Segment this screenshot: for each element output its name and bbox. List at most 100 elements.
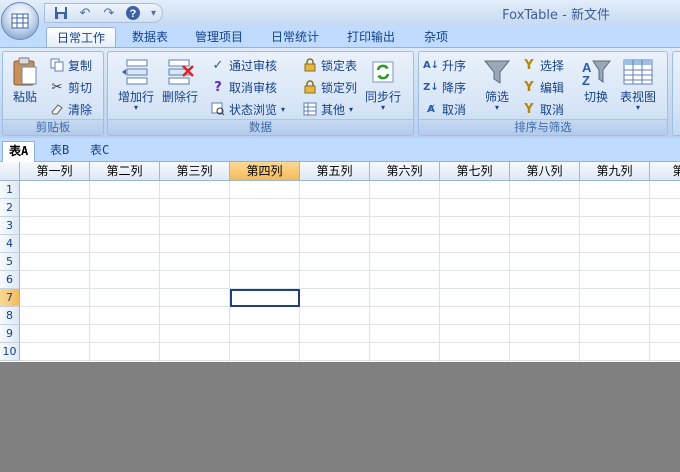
quick-access-toolbar: ↶ ↷ ? ▾ xyxy=(44,3,164,23)
sheet-tabs: 表A 表B 表C xyxy=(0,138,680,162)
filter-select-icon: Y xyxy=(524,57,534,73)
filter-edit-button[interactable]: Y 编辑 xyxy=(521,78,564,96)
grid-column-line xyxy=(439,181,440,362)
cancel-filter-button[interactable]: Y 取消 xyxy=(521,100,564,118)
delete-row-button[interactable]: 删除行 xyxy=(160,56,200,104)
paste-button[interactable]: 粘贴 xyxy=(7,56,43,104)
other-button[interactable]: 其他 ▾ xyxy=(302,100,353,118)
sort-ascending-button[interactable]: A↓ 升序 xyxy=(423,56,466,74)
sync-row-button[interactable]: 同步行 ▾ xyxy=(362,56,404,112)
lock-table-button[interactable]: 锁定表 xyxy=(302,56,357,74)
row-header[interactable]: 6 xyxy=(0,271,20,289)
column-header[interactable]: 第四列 xyxy=(230,162,300,181)
grid-row-line xyxy=(20,216,680,217)
grid-row-line xyxy=(20,360,680,361)
group-sort-filter: A↓ 升序 Z↓ 降序 A̸ 取消 筛选 ▾ Y 选择 Y 编辑 Y 取消 A … xyxy=(418,51,668,136)
tab-daily-work[interactable]: 日常工作 xyxy=(46,27,116,48)
grid-column-line xyxy=(509,181,510,362)
tab-data-table[interactable]: 数据表 xyxy=(122,27,178,48)
grid-row-line xyxy=(20,270,680,271)
row-header[interactable]: 9 xyxy=(0,325,20,343)
tab-print-output[interactable]: 打印输出 xyxy=(338,27,404,48)
chevron-down-icon: ▾ xyxy=(281,104,286,114)
title-bar: ↶ ↷ ? ▾ FoxTable - 新文件 xyxy=(0,0,680,26)
lock-icon xyxy=(302,57,318,73)
grid-row-line xyxy=(20,342,680,343)
tab-daily-stats[interactable]: 日常统计 xyxy=(262,27,328,48)
ribbon: 粘贴 复制 ✂ 剪切 清除 剪贴板 增加行 ▾ 删除行 ✓ 通过审核 ? 取消审… xyxy=(0,47,680,138)
column-header[interactable]: 第二列 xyxy=(90,162,160,181)
save-icon[interactable] xyxy=(51,5,71,21)
checkmark-icon: ✓ xyxy=(212,57,224,73)
chevron-down-icon: ▾ xyxy=(380,103,385,112)
column-header[interactable]: 第五列 xyxy=(300,162,370,181)
grid-column-line xyxy=(579,181,580,362)
sheet-tab-c[interactable]: 表C xyxy=(84,141,115,162)
undo-icon[interactable]: ↶ xyxy=(75,5,95,21)
sheet-tab-b[interactable]: 表B xyxy=(44,141,75,162)
column-header[interactable]: 第一列 xyxy=(20,162,90,181)
column-header[interactable]: 第六列 xyxy=(370,162,440,181)
clear-button[interactable]: 清除 xyxy=(49,100,92,118)
grid-column-line xyxy=(89,181,90,362)
table-view-button[interactable]: 表视图 ▾ xyxy=(617,56,659,112)
copy-button[interactable]: 复制 xyxy=(49,56,92,74)
qat-customize-icon[interactable]: ▾ xyxy=(147,8,156,19)
chevron-down-icon: ▾ xyxy=(635,103,640,112)
data-grid[interactable]: 第一列第二列第三列第四列第五列第六列第七列第八列第九列第十 12345678910 xyxy=(0,162,680,362)
row-header[interactable]: 2 xyxy=(0,199,20,217)
tab-manage-project[interactable]: 管理项目 xyxy=(186,27,252,48)
funnel-icon xyxy=(481,56,513,88)
help-icon[interactable]: ? xyxy=(123,5,143,21)
office-button[interactable] xyxy=(1,2,39,40)
group-data: 增加行 ▾ 删除行 ✓ 通过审核 ? 取消审核 状态浏览 ▾ 锁定表 锁定列 其… xyxy=(107,51,414,136)
sort-descending-button[interactable]: Z↓ 降序 xyxy=(423,78,466,96)
cancel-sort-button[interactable]: A̸ 取消 xyxy=(423,100,466,118)
ribbon-tabs: 日常工作 数据表 管理项目 日常统计 打印输出 杂项 xyxy=(0,26,680,48)
filter-button[interactable]: 筛选 ▾ xyxy=(479,56,515,112)
tab-misc[interactable]: 杂项 xyxy=(414,27,458,48)
row-header[interactable]: 10 xyxy=(0,343,20,361)
grid-corner[interactable] xyxy=(0,162,20,181)
status-browse-icon xyxy=(210,101,226,117)
column-header[interactable]: 第十 xyxy=(650,162,680,181)
filter-select-button[interactable]: Y 选择 xyxy=(521,56,564,74)
switch-button[interactable]: AZ 切换 xyxy=(579,56,613,104)
row-header[interactable]: 3 xyxy=(0,217,20,235)
svg-text:Z: Z xyxy=(582,73,590,86)
chevron-down-icon: ▾ xyxy=(494,103,499,112)
table-view-icon xyxy=(622,56,654,88)
refresh-icon xyxy=(367,56,399,88)
column-header[interactable]: 第三列 xyxy=(160,162,230,181)
grid-column-line xyxy=(159,181,160,362)
column-header[interactable]: 第九列 xyxy=(580,162,650,181)
sort-descending-icon: Z↓ xyxy=(423,81,439,93)
sheet-tab-a[interactable]: 表A xyxy=(2,141,36,162)
column-header[interactable]: 第八列 xyxy=(510,162,580,181)
row-header[interactable]: 5 xyxy=(0,253,20,271)
row-header[interactable]: 1 xyxy=(0,181,20,199)
group-label-clipboard: 剪贴板 xyxy=(3,119,103,135)
row-header[interactable]: 8 xyxy=(0,307,20,325)
cut-button[interactable]: ✂ 剪切 xyxy=(49,78,92,96)
column-header[interactable]: 第七列 xyxy=(440,162,510,181)
group-label-sort-filter: 排序与筛选 xyxy=(419,119,667,135)
grid-row-line xyxy=(20,234,680,235)
active-cell[interactable] xyxy=(230,289,300,307)
grid-row-line xyxy=(20,324,680,325)
question-icon: ? xyxy=(214,79,222,95)
sort-ascending-icon: A↓ xyxy=(422,59,440,71)
row-header[interactable]: 7 xyxy=(0,289,20,307)
lock-column-button[interactable]: 锁定列 xyxy=(302,78,357,96)
add-row-button[interactable]: 增加行 ▾ xyxy=(114,56,158,112)
redo-icon[interactable]: ↷ xyxy=(99,5,119,21)
row-header[interactable]: 4 xyxy=(0,235,20,253)
delete-row-icon xyxy=(164,56,196,88)
table-logo-icon xyxy=(11,13,29,29)
scissors-icon: ✂ xyxy=(51,79,63,95)
status-browse-button[interactable]: 状态浏览 ▾ xyxy=(210,100,285,118)
grid-column-line xyxy=(649,181,650,362)
approve-button[interactable]: ✓ 通过审核 xyxy=(210,56,277,74)
copy-icon xyxy=(49,57,65,73)
unapprove-button[interactable]: ? 取消审核 xyxy=(210,78,277,96)
